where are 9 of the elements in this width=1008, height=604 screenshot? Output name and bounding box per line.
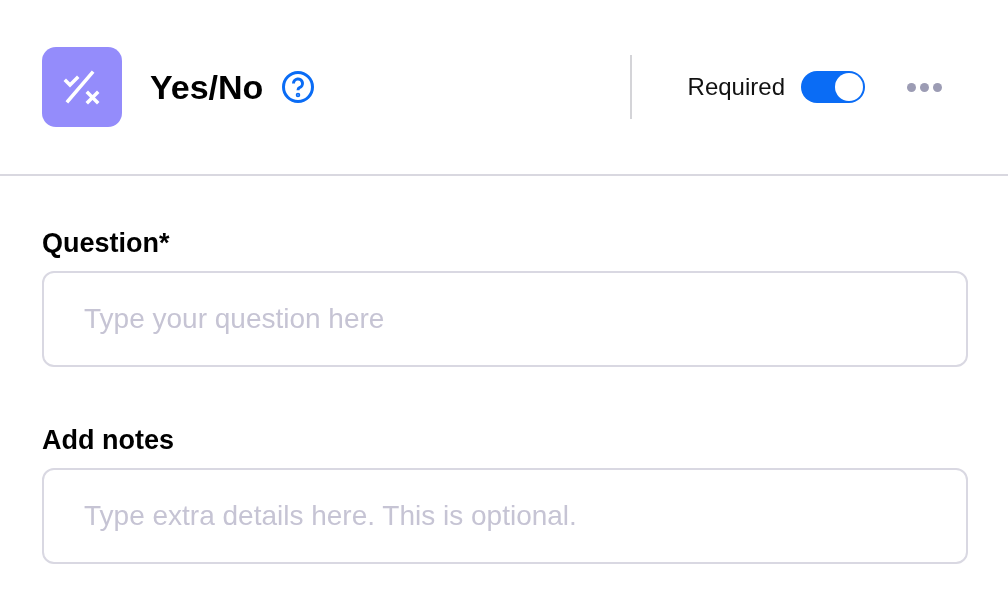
field-label: Question* (42, 228, 171, 259)
help-icon[interactable] (281, 70, 316, 104)
text-input-field[interactable]: Type extra details here. This is optional. (42, 468, 968, 564)
text-input-field[interactable]: Type your question here (42, 271, 968, 367)
yes-no-type-icon (42, 47, 122, 127)
question-type-title: Yes/No (150, 67, 264, 107)
field-label: Add notes (42, 425, 175, 456)
required-label: Required (687, 73, 785, 101)
required-toggle[interactable] (801, 71, 865, 103)
